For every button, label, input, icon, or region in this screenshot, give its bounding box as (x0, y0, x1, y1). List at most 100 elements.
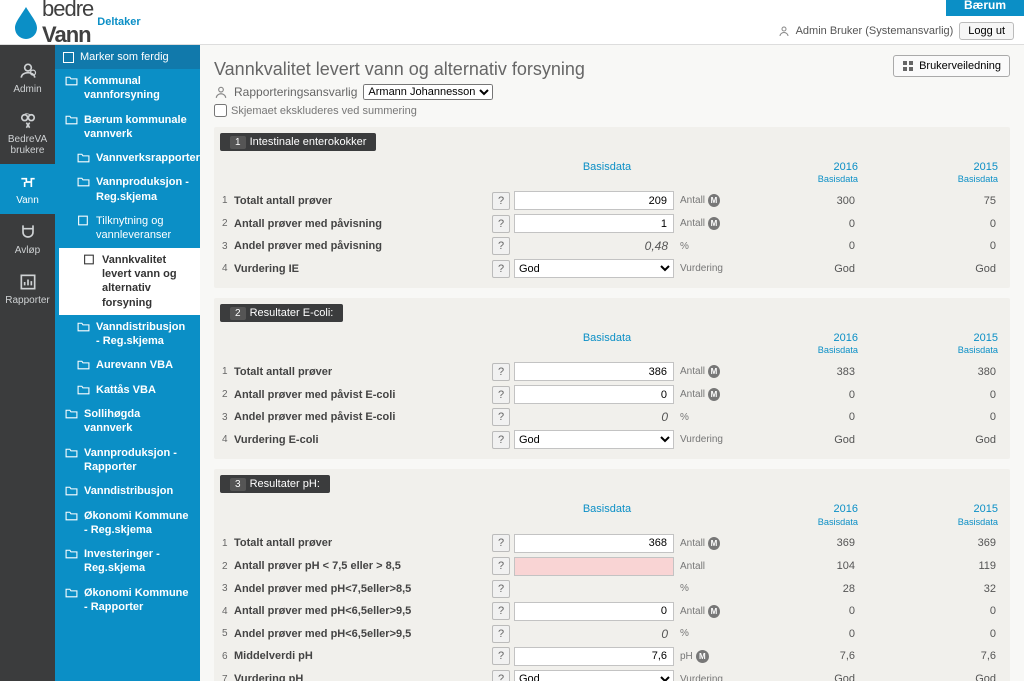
year1-value: 7,6 (720, 650, 861, 662)
sidebar-item[interactable]: Vannverksrapporter (55, 146, 200, 170)
unit-label: AntallM (674, 605, 720, 618)
data-row: 1Totalt antall prøver?AntallM383380 (222, 360, 1002, 383)
help-button[interactable]: ? (492, 386, 510, 404)
main-content: Brukerveiledning Vannkvalitet levert van… (200, 45, 1024, 681)
row-label: Middelverdi pH (234, 650, 492, 662)
help-button[interactable]: ? (492, 215, 510, 233)
top-bar: bedreVann Deltaker Bærum Admin Bruker (S… (0, 0, 1024, 45)
help-button[interactable]: ? (492, 534, 510, 552)
help-button[interactable]: ? (492, 670, 510, 681)
year2-value: 75 (861, 195, 1002, 207)
sidebar-item[interactable]: Tilknytning og vannleveranser (55, 209, 200, 248)
folder-icon (77, 176, 90, 187)
folder-icon (65, 408, 78, 419)
unit-label: AntallM (674, 537, 720, 550)
assessment-select[interactable]: God (514, 430, 674, 449)
folder-icon (65, 485, 78, 496)
sidebar-item[interactable]: Kommunal vannforsyning (55, 69, 200, 108)
data-row: 7Vurdering pH?GodVurderingGodGod (222, 668, 1002, 681)
computed-value: 0 (514, 408, 674, 426)
help-button[interactable]: ? (492, 237, 510, 255)
page-icon (83, 254, 96, 265)
sidebar-item[interactable]: Bærum kommunale vannverk (55, 108, 200, 147)
folder-icon (65, 548, 78, 559)
year2-value: 0 (861, 411, 1002, 423)
help-button[interactable]: ? (492, 625, 510, 643)
year2-value: 119 (861, 560, 1002, 572)
logout-button[interactable]: Logg ut (959, 22, 1014, 40)
section-header: 1Intestinale enterokokker (220, 133, 376, 151)
section: 2Resultater E-coli:Basisdata2016Basisdat… (214, 298, 1010, 459)
current-user-label: Admin Bruker (Systemansvarlig) (796, 25, 954, 37)
folder-icon (65, 114, 78, 125)
help-button[interactable]: ? (492, 431, 510, 449)
year1-value: 104 (720, 560, 861, 572)
value-input[interactable] (514, 191, 674, 210)
value-input[interactable] (514, 557, 674, 576)
help-button[interactable]: ? (492, 408, 510, 426)
help-button[interactable]: ? (492, 602, 510, 620)
section-header: 2Resultater E-coli: (220, 304, 343, 322)
value-input[interactable] (514, 214, 674, 233)
sidebar-item[interactable]: Vanndistribusjon - Reg.skjema (55, 315, 200, 354)
nav-icon (18, 111, 38, 131)
user-guide-button[interactable]: Brukerveiledning (893, 55, 1010, 77)
exclude-label: Skjemaet ekskluderes ved summering (231, 105, 417, 117)
help-button[interactable]: ? (492, 260, 510, 278)
row-label: Andel prøver med pH<7,5eller>8,5 (234, 583, 492, 595)
nav-item-bedreva-brukere[interactable]: BedreVA brukere (0, 103, 55, 164)
help-button[interactable]: ? (492, 192, 510, 210)
nav-item-admin[interactable]: Admin (0, 53, 55, 103)
sidebar-item[interactable]: Investeringer - Reg.skjema (55, 542, 200, 581)
nav-item-avløp[interactable]: Avløp (0, 214, 55, 264)
year1-value: 0 (720, 605, 861, 617)
sidebar-item[interactable]: Økonomi Kommune - Rapporter (55, 581, 200, 620)
help-button[interactable]: ? (492, 557, 510, 575)
exclude-checkbox[interactable] (214, 104, 227, 117)
sidebar-item[interactable]: Vannproduksjon - Rapporter (55, 441, 200, 480)
year1-value: 0 (720, 218, 861, 230)
assessment-select[interactable]: God (514, 259, 674, 278)
m-badge-icon: M (708, 217, 720, 230)
help-button[interactable]: ? (492, 647, 510, 665)
year2-value: 7,6 (861, 650, 1002, 662)
year1-value: God (720, 263, 861, 275)
value-input[interactable] (514, 362, 674, 381)
data-row: 4Vurdering IE?GodVurderingGodGod (222, 257, 1002, 280)
sidebar-item[interactable]: Vannkvalitet levert vann og alternativ f… (55, 248, 200, 315)
sidebar-item[interactable]: Vannproduksjon - Reg.skjema (55, 170, 200, 209)
checkbox-icon[interactable] (63, 52, 74, 63)
sidebar-item[interactable]: Sollihøgda vannverk (55, 402, 200, 441)
sidebar-item[interactable]: Kattås VBA (55, 378, 200, 402)
nav-item-rapporter[interactable]: Rapporter (0, 264, 55, 314)
unit-label: Vurdering (674, 263, 720, 274)
sidebar-marker[interactable]: Marker som ferdig (55, 45, 200, 69)
year2-value: 369 (861, 537, 1002, 549)
user-icon (778, 25, 790, 37)
page-icon (77, 215, 90, 226)
sidebar-item[interactable]: Økonomi Kommune - Reg.skjema (55, 504, 200, 543)
sidebar-item[interactable]: Aurevann VBA (55, 353, 200, 377)
data-row: 3Andel prøver med pH<7,5eller>8,5?%2832 (222, 578, 1002, 600)
computed-value (514, 587, 674, 591)
nav-item-vann[interactable]: Vann (0, 164, 55, 214)
value-input[interactable] (514, 647, 674, 666)
unit-label: % (674, 241, 720, 252)
value-input[interactable] (514, 534, 674, 553)
data-row: 4Vurdering E-coli?GodVurderingGodGod (222, 428, 1002, 451)
value-input[interactable] (514, 602, 674, 621)
year1-value: 0 (720, 240, 861, 252)
assessment-select[interactable]: God (514, 670, 674, 681)
row-label: Andel prøver med påvist E-coli (234, 411, 492, 423)
column-header: Basisdata2016Basisdata2015Basisdata (222, 501, 1002, 531)
help-button[interactable]: ? (492, 580, 510, 598)
row-label: Andel prøver med påvisning (234, 240, 492, 252)
data-row: 2Antall prøver med påvist E-coli?AntallM… (222, 383, 1002, 406)
help-button[interactable]: ? (492, 363, 510, 381)
value-input[interactable] (514, 385, 674, 404)
reporting-responsible-select[interactable]: Armann Johannesson (363, 84, 493, 100)
folder-icon (65, 587, 78, 598)
unit-label: % (674, 583, 720, 594)
sidebar-item[interactable]: Vanndistribusjon (55, 479, 200, 503)
data-row: 2Antall prøver pH < 7,5 eller > 8,5?Anta… (222, 555, 1002, 578)
